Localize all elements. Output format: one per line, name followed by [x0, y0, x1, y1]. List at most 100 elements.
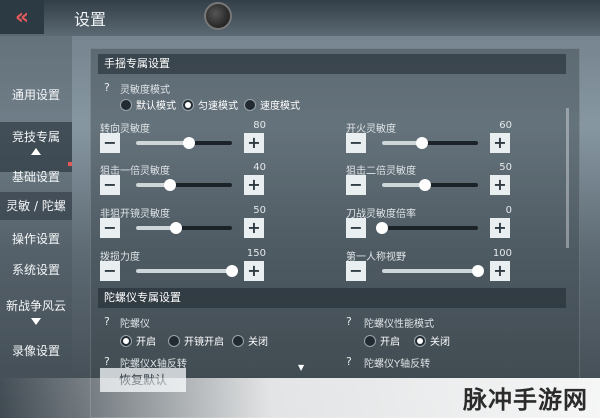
radio-label: 关闭: [248, 337, 268, 348]
slider-handle[interactable]: [376, 222, 388, 234]
help-icon[interactable]: ?: [104, 315, 110, 328]
radio-label: 关闭: [430, 337, 450, 348]
increase-button[interactable]: +: [490, 261, 510, 281]
sidebar-item-label: 通用设置: [11, 88, 60, 102]
scrollbar[interactable]: [566, 108, 569, 248]
slider-track[interactable]: [382, 265, 484, 277]
radio-label: 开镜开启: [184, 337, 224, 348]
slider-value: 80: [253, 120, 266, 131]
perf-on-radio[interactable]: 开启: [364, 333, 400, 348]
perf-off-radio[interactable]: 关闭: [414, 333, 450, 348]
increase-button[interactable]: +: [244, 261, 264, 281]
radio-label: 开启: [136, 337, 156, 348]
decrease-button[interactable]: −: [100, 175, 120, 195]
decrease-button[interactable]: −: [346, 133, 366, 153]
radio-dot: [232, 334, 244, 347]
sidebar-item-controls[interactable]: 操作设置: [0, 230, 72, 247]
decrease-button[interactable]: −: [346, 261, 366, 281]
slider-value: 0: [505, 205, 512, 216]
sidebar-item-sensitivity[interactable]: 灵敏 / 陀螺: [0, 192, 72, 220]
decrease-button[interactable]: −: [100, 218, 120, 238]
slider-handle[interactable]: [163, 179, 176, 191]
decrease-button[interactable]: −: [346, 175, 366, 195]
radio-dot: [120, 334, 132, 347]
slider-value: 150: [246, 248, 266, 259]
mode-speed-radio[interactable]: 速度模式: [244, 97, 300, 112]
radio-dot: [364, 334, 376, 347]
slider-track[interactable]: [136, 222, 232, 234]
radio-dot: [120, 98, 132, 111]
slider-fill: [382, 269, 478, 273]
radio-dot: [244, 98, 256, 111]
radio-dot: [414, 334, 426, 347]
increase-button[interactable]: +: [490, 218, 510, 238]
slider-handle[interactable]: [226, 265, 238, 277]
watermark: 脉冲手游网: [463, 386, 588, 414]
sidebar-item-replay[interactable]: 录像设置: [0, 342, 72, 359]
sidebar-item-competitive[interactable]: 竞技专属: [0, 122, 72, 172]
slider-handle[interactable]: [182, 137, 195, 149]
gyro-on-radio[interactable]: 开启: [120, 333, 156, 348]
sidebar-item-new-war[interactable]: 新战争风云: [0, 297, 72, 325]
help-icon[interactable]: ?: [346, 355, 352, 368]
expand-up-icon: [31, 148, 41, 155]
scroll-down-icon[interactable]: ▼: [298, 363, 304, 372]
expand-down-icon: [31, 318, 41, 325]
sidebar-item-label: 录像设置: [11, 344, 60, 358]
sidebar-item-label: 系统设置: [11, 263, 60, 277]
sidebar-item-label: 竞技专属: [11, 130, 60, 144]
slider-track[interactable]: [136, 137, 232, 149]
increase-button[interactable]: +: [244, 218, 264, 238]
increase-button[interactable]: +: [490, 133, 510, 153]
slider-track[interactable]: [382, 137, 478, 149]
slider-fill: [136, 141, 189, 145]
gyro-y-invert-label: 陀螺仪Y轴反转: [364, 359, 431, 370]
sidebar-item-label: 灵敏 / 陀螺: [6, 199, 66, 213]
gyro-label: 陀螺仪: [120, 319, 150, 330]
radio-label: 匀速模式: [198, 101, 238, 112]
sidebar-item-label: 新战争风云: [5, 299, 66, 313]
decrease-button[interactable]: −: [346, 218, 366, 238]
slider-handle[interactable]: [472, 265, 484, 277]
help-icon[interactable]: ?: [346, 315, 352, 328]
slider-fill: [136, 269, 232, 273]
slider-value: 50: [499, 162, 512, 173]
radio-label: 开启: [380, 337, 400, 348]
slider-track[interactable]: [382, 179, 478, 191]
back-button[interactable]: «: [0, 0, 44, 34]
increase-button[interactable]: +: [490, 175, 510, 195]
sidebar-item-label: 基础设置: [11, 170, 60, 184]
sidebar-item-basic[interactable]: 基础设置: [0, 168, 72, 185]
sidebar-item-label: 操作设置: [11, 232, 60, 246]
page-title: 设置: [74, 10, 107, 29]
sidebar-item-general[interactable]: 通用设置: [0, 86, 72, 103]
radio-label: 默认模式: [136, 101, 176, 112]
decrease-button[interactable]: −: [100, 133, 120, 153]
decrease-button[interactable]: −: [100, 261, 120, 281]
gyro-off-radio[interactable]: 关闭: [232, 333, 268, 348]
help-icon[interactable]: ?: [104, 81, 110, 94]
increase-button[interactable]: +: [244, 175, 264, 195]
slider-value: 60: [499, 120, 512, 131]
slider-track[interactable]: [136, 265, 238, 277]
slider-value: 50: [253, 205, 266, 216]
radio-label: 速度模式: [260, 101, 300, 112]
camera-orb-icon: [204, 2, 232, 30]
slider-track[interactable]: [376, 222, 478, 234]
sensitivity-mode-label: 灵敏度模式: [120, 85, 170, 96]
mode-default-radio[interactable]: 默认模式: [120, 97, 176, 112]
gyro-section-title: 陀螺仪专属设置: [98, 288, 566, 308]
notification-dot: [68, 162, 72, 166]
slider-value: 40: [253, 162, 266, 173]
double-chevron-left-icon: «: [14, 4, 30, 30]
increase-button[interactable]: +: [244, 133, 264, 153]
gyro-performance-label: 陀螺仪性能模式: [364, 319, 434, 330]
touch-section-title: 手揺专属设置: [98, 54, 566, 74]
help-icon[interactable]: ?: [104, 355, 110, 368]
slider-value: 100: [492, 248, 512, 259]
gyro-scope-on-radio[interactable]: 开镜开启: [168, 333, 224, 348]
slider-track[interactable]: [136, 179, 232, 191]
radio-dot: [182, 98, 194, 111]
mode-uniform-radio[interactable]: 匀速模式: [182, 97, 238, 112]
sidebar-item-system[interactable]: 系统设置: [0, 261, 72, 278]
